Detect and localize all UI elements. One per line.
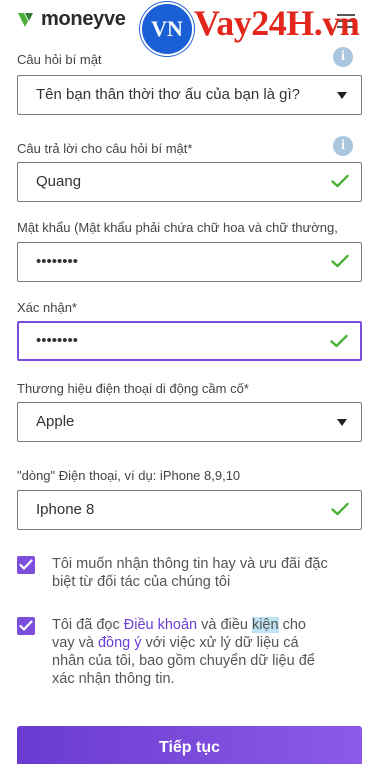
offers-checkbox[interactable]: [17, 556, 35, 574]
confirm-value: ••••••••: [36, 332, 79, 349]
phone-model-value: Iphone 8: [36, 501, 95, 518]
info-icon[interactable]: i: [333, 136, 353, 156]
terms-middle: và điều: [197, 617, 252, 633]
info-icon[interactable]: i: [333, 47, 353, 67]
terms-checkbox[interactable]: [17, 617, 35, 635]
checkmark-icon: [19, 620, 33, 631]
phone-brand-label: Thương hiệu điện thoại di động cầm cố*: [17, 381, 249, 396]
logo-text: moneyve: [41, 8, 126, 30]
confirm-label: Xác nhận*: [17, 300, 77, 315]
password-value: ••••••••: [36, 253, 79, 270]
dropdown-caret-icon: [337, 92, 347, 99]
check-icon: [330, 334, 348, 348]
terms-consent-text: Tôi đã đọc Điều khoản và điều kiện cho v…: [52, 616, 332, 688]
secret-answer-value: Quang: [36, 173, 82, 190]
offers-consent-text: Tôi muốn nhận thông tin hay và ưu đãi đặ…: [52, 556, 328, 590]
brand-watermark: Vay24H.vn: [194, 3, 360, 43]
highlighted-word: kiện: [251, 617, 279, 633]
continue-button[interactable]: Tiếp tục: [17, 726, 362, 764]
dropdown-caret-icon: [337, 419, 347, 426]
phone-model-input[interactable]: Iphone 8: [17, 490, 362, 530]
check-icon: [331, 502, 349, 516]
checkmark-icon: [19, 559, 33, 570]
secret-question-select[interactable]: Tên bạn thân thời thơ ấu của bạn là gì?: [17, 75, 362, 115]
secret-question-value: Tên bạn thân thời thơ ấu của bạn là gì?: [36, 86, 301, 103]
phone-model-label: "dòng" Điện thoại, ví dụ: iPhone 8,9,10: [17, 468, 241, 483]
vn-badge: VN: [140, 2, 194, 56]
phone-brand-select[interactable]: Apple: [17, 402, 362, 442]
secret-answer-input[interactable]: Quang: [17, 162, 362, 202]
agree-link[interactable]: đồng ý: [98, 635, 142, 651]
terms-link[interactable]: Điều khoản: [124, 617, 197, 633]
moneyveo-logo[interactable]: moneyve: [17, 8, 126, 31]
password-input[interactable]: ••••••••: [17, 242, 362, 282]
check-icon: [331, 174, 349, 188]
moneyveo-logo-icon: [18, 12, 33, 27]
secret-answer-label: Câu trả lời cho câu hỏi bí mật*: [17, 141, 193, 156]
secret-question-label: Câu hỏi bí mật: [17, 52, 102, 67]
check-icon: [331, 254, 349, 268]
phone-brand-value: Apple: [36, 413, 75, 430]
password-label: Mật khẩu (Mật khẩu phải chứa chữ hoa và …: [17, 220, 338, 235]
header: moneyve VN Vay24H.vn: [0, 0, 377, 56]
terms-prefix: Tôi đã đọc: [52, 617, 124, 633]
confirm-password-input[interactable]: ••••••••: [17, 321, 362, 361]
